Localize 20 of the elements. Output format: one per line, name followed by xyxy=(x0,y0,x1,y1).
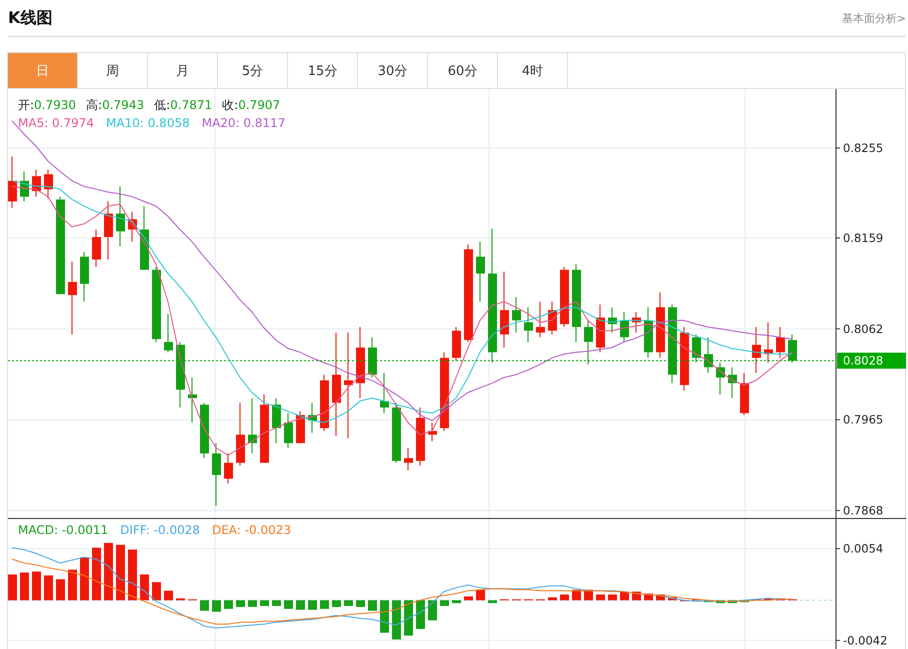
axis-label: 0.8255 xyxy=(843,141,884,156)
ref-line-label: 0.8028 xyxy=(843,354,884,368)
axis-label: 0.7965 xyxy=(843,412,884,427)
axis-label: 0.7868 xyxy=(843,504,884,518)
axis-label: -0.0042 xyxy=(843,633,888,648)
legend-item: MA5: 0.7974 xyxy=(18,116,94,130)
price-tag: 0.8028 xyxy=(837,352,906,369)
ohlc-legend-item: 开:0.7930 xyxy=(18,98,76,112)
ohlc-legend-item: 高:0.7943 xyxy=(86,98,144,112)
ohlc-legend-item: 低:0.7871 xyxy=(154,98,212,112)
legend-item: DIFF: -0.0028 xyxy=(120,523,200,537)
axis-label: 0.0054 xyxy=(843,542,884,556)
axis-label: 0.8159 xyxy=(843,230,884,245)
legend-item: DEA: -0.0023 xyxy=(212,523,291,537)
legend-item: MA20: 0.8117 xyxy=(202,116,286,130)
page-title: K线图 xyxy=(8,8,52,28)
ohlc-legend-item: 收:0.7907 xyxy=(222,98,280,112)
axis-label: 0.8062 xyxy=(843,322,884,336)
legend-item: MA10: 0.8058 xyxy=(106,116,190,130)
legend-item: MACD: -0.0011 xyxy=(18,523,108,537)
